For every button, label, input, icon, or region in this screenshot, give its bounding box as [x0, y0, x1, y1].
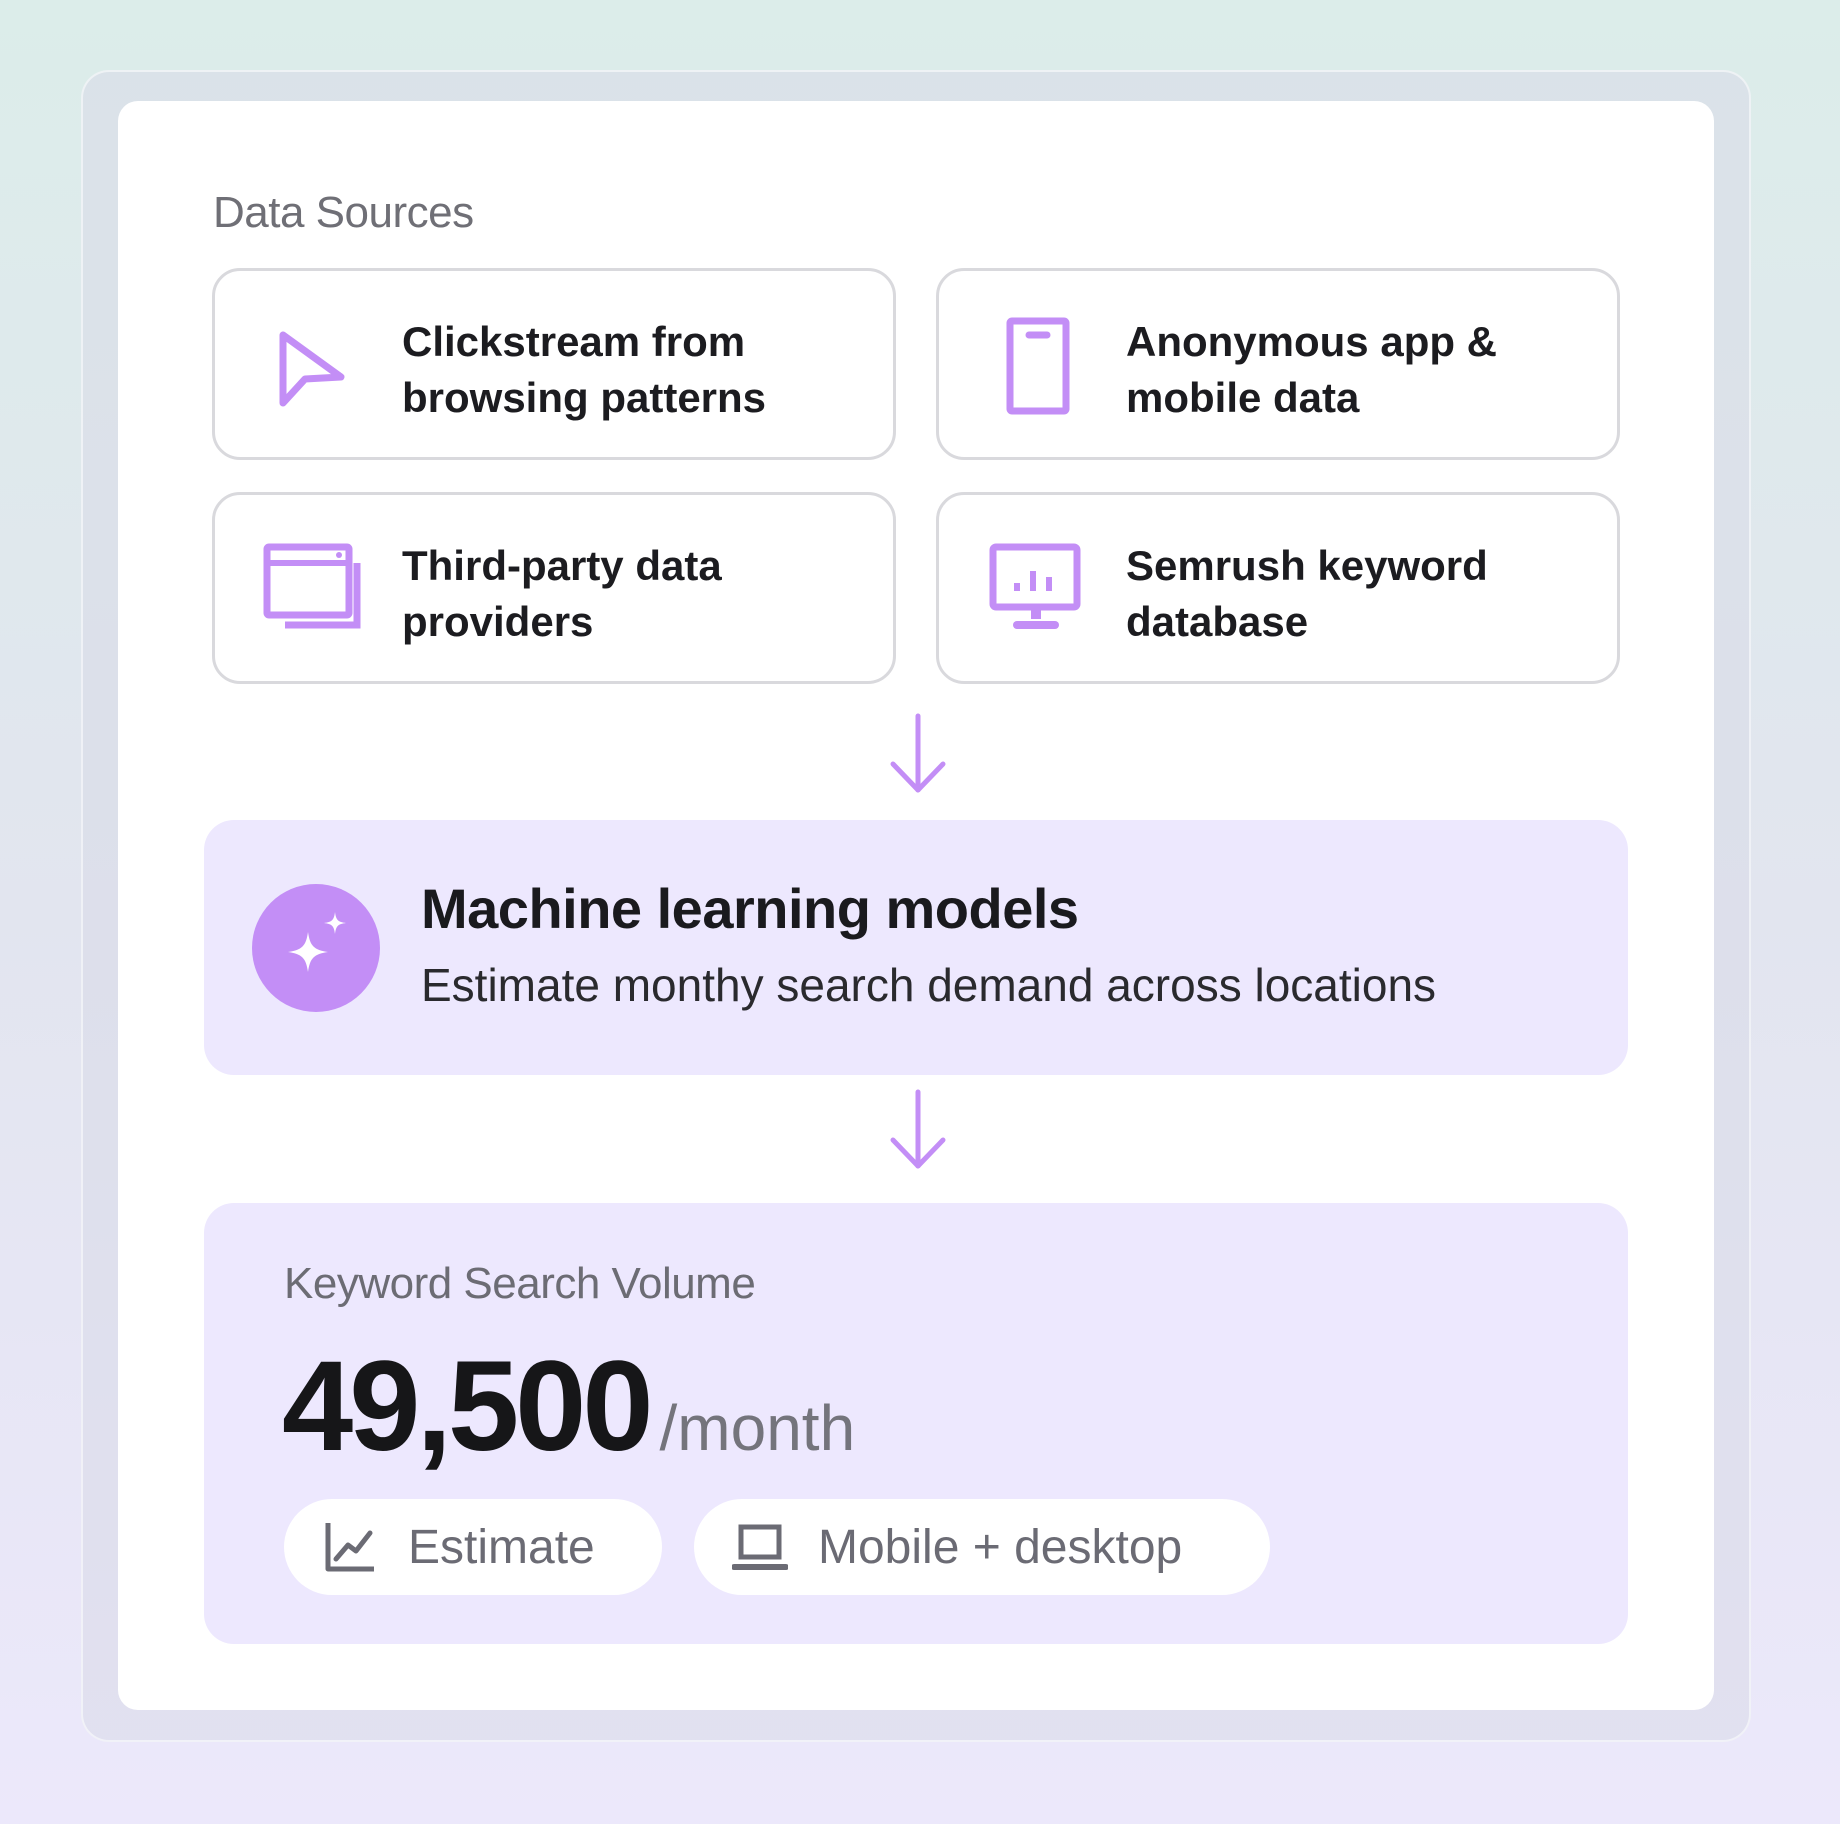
source-label: Semrush keyword database	[1126, 542, 1488, 645]
search-volume-box: Keyword Search Volume 49,500/month Estim…	[204, 1203, 1628, 1644]
mobile-phone-icon	[987, 317, 1087, 417]
cursor-icon	[263, 317, 363, 417]
device-tag-label: Mobile + desktop	[818, 1520, 1183, 1574]
source-label: Third-party data providers	[402, 542, 722, 645]
laptop-icon	[732, 1519, 788, 1575]
ml-subtitle: Estimate monthy search demand across loc…	[421, 959, 1437, 1011]
search-volume-unit: /month	[659, 1392, 856, 1464]
browser-windows-icon	[263, 541, 363, 641]
search-volume-label: Keyword Search Volume	[284, 1259, 756, 1308]
sparkles-icon	[252, 884, 380, 1012]
down-arrow-icon	[883, 1088, 953, 1172]
source-label: Anonymous app & mobile data	[1126, 318, 1498, 421]
background-canvas: Data Sources Clickstream from browsing p…	[0, 0, 1840, 1824]
source-card-third-party: Third-party data providers	[212, 492, 896, 684]
data-sources-heading: Data Sources	[213, 188, 474, 237]
source-card-clickstream: Clickstream from browsing patterns	[212, 268, 896, 460]
line-chart-icon	[322, 1519, 378, 1575]
ml-title: Machine learning models	[421, 877, 1079, 940]
estimate-tag: Estimate	[284, 1499, 662, 1595]
source-card-mobile: Anonymous app & mobile data	[936, 268, 1620, 460]
search-volume-value: 49,500	[282, 1335, 653, 1478]
source-label: Clickstream from browsing patterns	[402, 318, 767, 421]
estimate-tag-label: Estimate	[408, 1520, 595, 1574]
monitor-chart-icon	[987, 541, 1087, 641]
down-arrow-icon	[883, 712, 953, 796]
ml-models-box: Machine learning models Estimate monthy …	[204, 820, 1628, 1075]
device-tag: Mobile + desktop	[694, 1499, 1270, 1595]
source-card-semrush: Semrush keyword database	[936, 492, 1620, 684]
search-volume-row: 49,500/month	[282, 1333, 855, 1480]
